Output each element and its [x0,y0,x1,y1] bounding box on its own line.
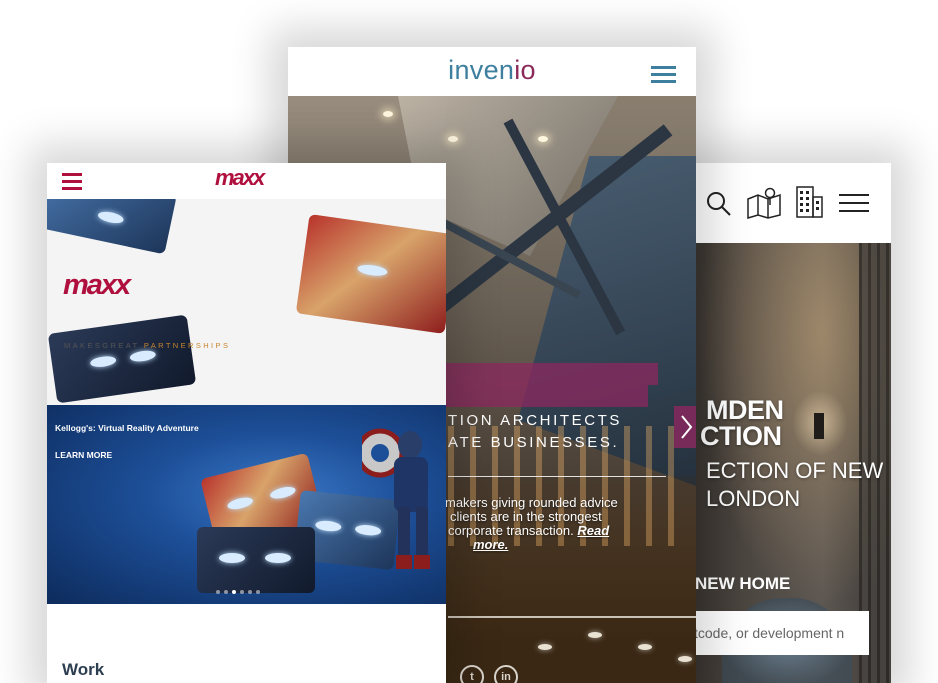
carousel-dot[interactable] [216,590,220,594]
map-pin-icon[interactable] [746,187,782,224]
headline-band [438,363,658,385]
site-header [662,163,891,243]
hamburger-menu-icon[interactable] [839,193,869,220]
divider [448,476,666,477]
hero-subtitle-line-1: ECTION OF NEW [706,458,884,483]
hero-title-line-1: MDEN [706,395,784,425]
floor-light [638,644,652,650]
ceiling-light [448,136,458,142]
headline-line-2: ATE BUSINESSES. [448,434,620,451]
ceiling-light [538,136,548,142]
carousel-dot[interactable] [248,590,252,594]
superhero-figure [362,428,430,569]
ceiling-light [383,111,393,117]
section-title: Work [62,660,105,679]
carousel-dot[interactable] [240,590,244,594]
invenio-logo[interactable]: invenio [288,55,696,86]
maxx-site-phone: maxx maxx MAKESGREAT PARTNERSHIPS Kellog… [47,163,446,683]
hamburger-menu-icon[interactable] [651,66,676,87]
building-icon[interactable] [794,185,824,224]
read-more-link[interactable]: Read [577,523,609,538]
carousel-dot[interactable] [224,590,228,594]
maxx-logo[interactable]: maxx [215,165,265,191]
carousel-slide: Kellogg's: Virtual Reality Adventure LEA… [47,405,446,604]
headline-line-1: TION ARCHITECTS [448,412,623,429]
wall-lamp [814,413,824,439]
carousel-dots [216,590,260,594]
hamburger-menu-icon[interactable] [62,173,82,194]
floor-light [538,644,552,650]
hero-banner: maxx MAKESGREAT PARTNERSHIPS [47,199,446,405]
hero-subtitle-line-2: LONDON [706,486,801,511]
hero-title-line-2: CTION [700,421,782,451]
development-site-phone: MDEN CTION ECTION OF NEW LONDON NEW HOME [662,163,891,683]
carousel-dot[interactable] [256,590,260,594]
site-header: maxx [47,163,446,199]
body-line-2: clients are in the strongest [450,509,602,524]
site-header: invenio [288,47,696,96]
linkedin-icon[interactable]: in [494,665,518,683]
tagline: MAKESGREAT PARTNERSHIPS [64,341,231,350]
body-line-3: corporate transaction. [448,523,574,538]
slide-title: Kellogg's: Virtual Reality Adventure [55,423,199,433]
read-more-link[interactable]: more. [473,538,508,552]
body-line-1: makers giving rounded advice [445,495,618,510]
search-input[interactable] [682,611,869,655]
search-icon[interactable] [706,191,732,222]
railing [448,616,696,618]
next-slide-button[interactable] [674,406,696,448]
floor-light [588,632,602,638]
twitter-icon[interactable]: t [460,665,484,683]
learn-more-link[interactable]: LEARN MORE [55,450,112,460]
headline-band [438,385,648,407]
vr-headset-image [197,527,315,593]
chevron-right-icon [674,406,696,448]
carousel-dot-active[interactable] [232,590,236,594]
maxx-logo-large: maxx [63,269,131,301]
find-home-cta[interactable]: NEW HOME [695,574,790,594]
floor-light [678,656,692,662]
vr-headset-image [47,199,177,255]
vr-headset-image [295,214,446,334]
vr-headset-image [47,314,197,404]
